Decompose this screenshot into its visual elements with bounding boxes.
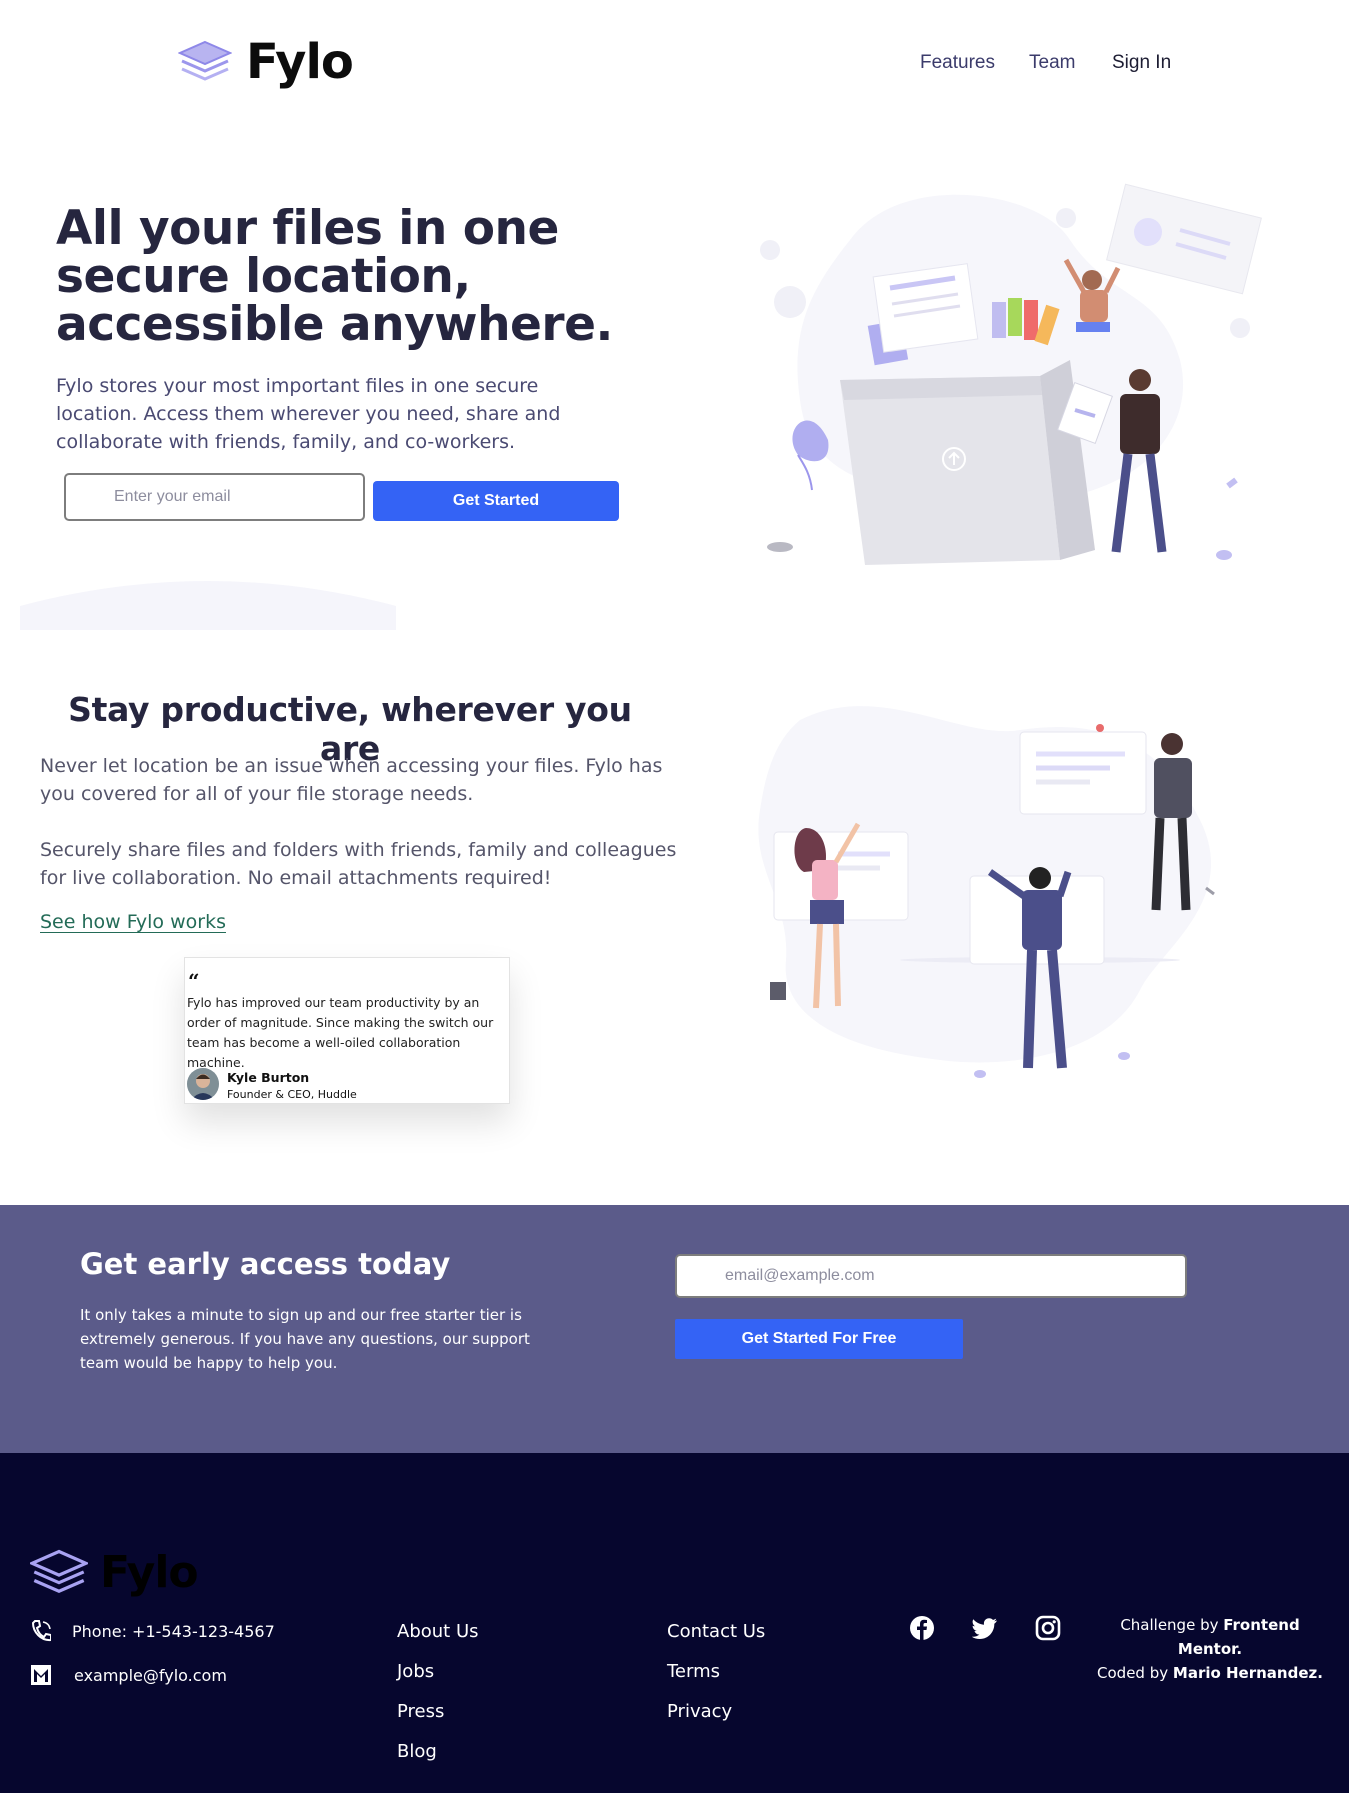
- early-access-description: It only takes a minute to sign up and ou…: [80, 1306, 530, 1372]
- footer-link-contact-us[interactable]: Contact Us: [667, 1621, 765, 1642]
- hero-description: Fylo stores your most important files in…: [56, 375, 561, 453]
- get-started-button[interactable]: Get Started: [373, 481, 619, 521]
- footer-logo-text: Fylo: [100, 1547, 199, 1598]
- footer-link-blog[interactable]: Blog: [397, 1741, 437, 1762]
- productive-paragraph-2: Securely share files and folders with fr…: [40, 839, 677, 889]
- testimonial-role: Founder & CEO, Huddle: [227, 1088, 357, 1101]
- quote-icon: “: [188, 969, 200, 993]
- hero-title: All your files in one secure location, a…: [56, 201, 613, 352]
- footer-email-text: example@fylo.com: [74, 1665, 227, 1685]
- site-footer: Fylo Phone: +1-543-123-4567 example@fylo…: [0, 1453, 1349, 1793]
- logo[interactable]: Fylo: [178, 34, 354, 90]
- site-header: Fylo Features Team Sign In: [0, 0, 1349, 130]
- early-access-section: Get early access today It only takes a m…: [0, 1205, 1349, 1453]
- hero-illustration: [760, 183, 1262, 565]
- productive-illustration: [758, 706, 1215, 1078]
- footer-phone-text: Phone: +1-543-123-4567: [72, 1621, 275, 1641]
- facebook-icon[interactable]: [909, 1615, 935, 1641]
- get-started-for-free-button[interactable]: Get Started For Free: [675, 1319, 963, 1359]
- phone-icon: [30, 1620, 52, 1642]
- footer-link-privacy[interactable]: Privacy: [667, 1701, 732, 1722]
- footer-link-terms[interactable]: Terms: [667, 1661, 720, 1682]
- footer-email: example@fylo.com: [30, 1664, 227, 1686]
- attribution-prefix-1: Challenge by: [1120, 1616, 1224, 1634]
- testimonial-text: Fylo has improved our team productivity …: [187, 995, 494, 1070]
- author-link[interactable]: Mario Hernandez.: [1173, 1664, 1323, 1682]
- avatar-image: [187, 1068, 219, 1100]
- footer-link-press[interactable]: Press: [397, 1701, 444, 1722]
- twitter-icon[interactable]: [972, 1615, 998, 1641]
- testimonial-card: “ Fylo has improved our team productivit…: [184, 957, 510, 1104]
- attribution-line-1: Challenge by Frontend Mentor.: [1090, 1613, 1330, 1661]
- nav-team[interactable]: Team: [1029, 52, 1075, 74]
- attribution-prefix-2: Coded by: [1097, 1664, 1173, 1682]
- footer-link-about-us[interactable]: About Us: [397, 1621, 479, 1642]
- avatar: [187, 1068, 219, 1100]
- nav-sign-in[interactable]: Sign In: [1112, 52, 1171, 74]
- footer-phone: Phone: +1-543-123-4567: [30, 1620, 275, 1642]
- attribution-line-2: Coded by Mario Hernandez.: [1090, 1661, 1330, 1685]
- instagram-icon[interactable]: [1035, 1615, 1061, 1641]
- see-how-fylo-works-link[interactable]: See how Fylo works: [40, 911, 226, 933]
- logo-text: Fylo: [246, 34, 354, 90]
- footer-link-jobs[interactable]: Jobs: [397, 1661, 434, 1682]
- nav-features[interactable]: Features: [920, 52, 995, 74]
- footer-logo[interactable]: Fylo: [30, 1547, 199, 1598]
- mail-icon: [30, 1664, 52, 1686]
- productive-paragraph-1: Never let location be an issue when acce…: [40, 755, 663, 805]
- testimonial-name: Kyle Burton: [227, 1070, 310, 1085]
- early-access-title: Get early access today: [80, 1247, 451, 1281]
- attribution: Challenge by Frontend Mentor. Coded by M…: [1090, 1613, 1330, 1685]
- logo-icon: [178, 40, 232, 81]
- decorative-curve: [20, 581, 396, 630]
- logo-icon: [30, 1549, 88, 1593]
- hero-email-input[interactable]: [64, 473, 365, 521]
- early-access-email-input[interactable]: [675, 1254, 1187, 1298]
